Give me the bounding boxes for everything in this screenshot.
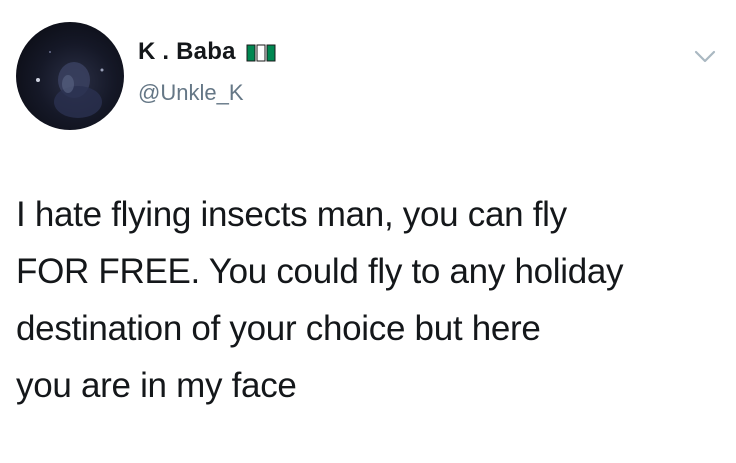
nigeria-flag-icon — [246, 43, 276, 63]
tweet-text-line: FOR FREE. You could fly to any holiday — [16, 252, 624, 291]
tweet-text-line: you are in my face — [16, 366, 297, 405]
author-name-row: K . Baba — [138, 36, 276, 68]
chevron-down-icon[interactable] — [694, 50, 716, 64]
tweet-text-line: destination of your choice but here — [16, 309, 541, 348]
avatar[interactable] — [16, 22, 124, 130]
tweet-text-line: I hate flying insects man, you can fly — [16, 195, 567, 234]
avatar-image — [36, 51, 104, 118]
author-handle[interactable]: @Unkle_K — [138, 80, 244, 106]
tweet-text: I hate flying insects man, you can fly F… — [16, 186, 726, 414]
display-name[interactable]: K . Baba — [138, 38, 236, 66]
tweet-card: K . Baba @Unkle_K I hate flying insects … — [0, 0, 736, 463]
